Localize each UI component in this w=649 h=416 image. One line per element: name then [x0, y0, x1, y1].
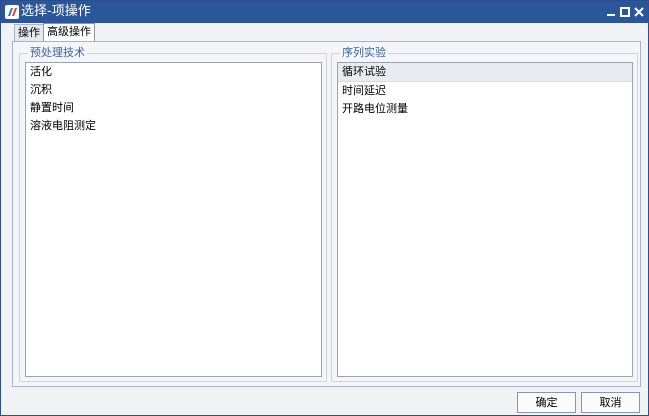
app-logo-icon	[5, 5, 19, 19]
tab-advanced-operation[interactable]: 高级操作	[43, 23, 95, 42]
window-title: 选择-项操作	[21, 4, 91, 19]
list-item[interactable]: 静置时间	[26, 99, 321, 117]
tab-panel: 预处理技术 活化 沉积 静置时间 溶液电阻测定 序列实验 循环试验 时间延迟 开…	[12, 41, 641, 387]
minimize-icon[interactable]	[604, 5, 618, 19]
preprocessing-group: 预处理技术 活化 沉积 静置时间 溶液电阻测定	[19, 46, 327, 382]
list-item[interactable]: 溶液电阻测定	[26, 117, 321, 135]
sequence-experiment-list[interactable]: 循环试验 时间延迟 开路电位测量	[337, 62, 633, 377]
title-bar[interactable]: 选择-项操作	[1, 1, 648, 23]
sequence-experiment-group: 序列实验 循环试验 时间延迟 开路电位测量	[331, 46, 638, 382]
maximize-icon[interactable]	[618, 5, 632, 19]
list-item[interactable]: 开路电位测量	[338, 100, 632, 118]
preprocessing-list[interactable]: 活化 沉积 静置时间 溶液电阻测定	[25, 62, 322, 377]
list-item[interactable]: 活化	[26, 63, 321, 81]
list-item[interactable]: 时间延迟	[338, 82, 632, 100]
tab-operation[interactable]: 操作	[14, 24, 44, 41]
dialog-window: 选择-项操作 操作 高级操作 预处理技术 活化 沉积 静置时间 溶液电阻测定 序…	[0, 0, 649, 416]
list-item-selected[interactable]: 循环试验	[338, 63, 632, 82]
close-icon[interactable]	[632, 5, 646, 19]
sequence-experiment-group-label: 序列实验	[340, 46, 388, 60]
cancel-button[interactable]: 取消	[581, 392, 640, 413]
list-item[interactable]: 沉积	[26, 81, 321, 99]
preprocessing-group-label: 预处理技术	[28, 46, 87, 60]
ok-button[interactable]: 确定	[517, 392, 576, 413]
